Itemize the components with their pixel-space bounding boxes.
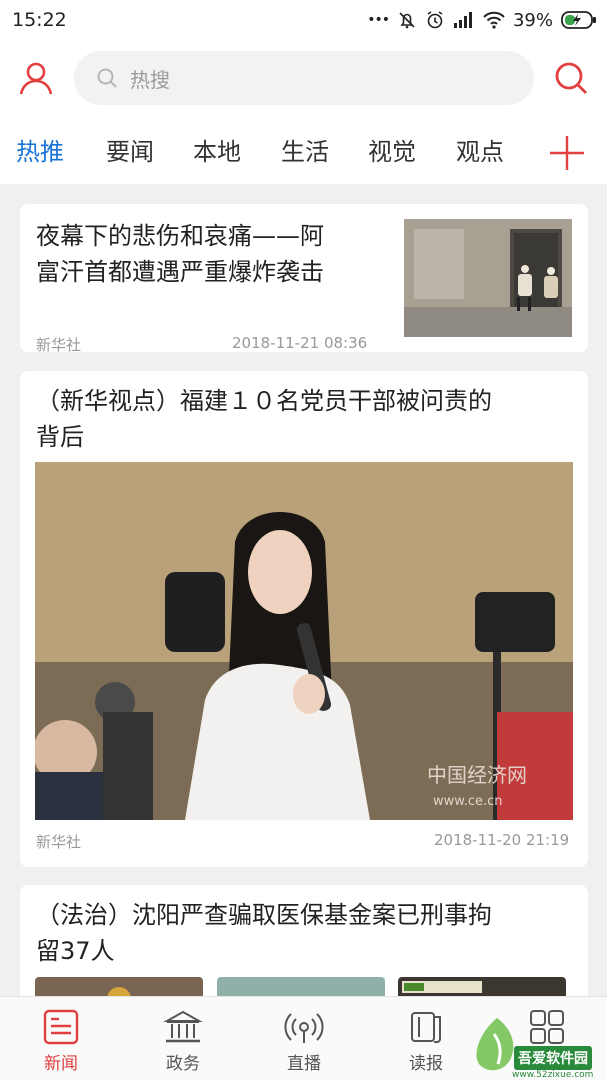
government-icon <box>163 1010 203 1043</box>
user-icon <box>19 62 53 95</box>
top-header: 热搜 <box>0 42 607 114</box>
alarm-icon <box>427 11 443 29</box>
news-card[interactable]: （新华视点）福建１０名党员干部被问责的 背后 中国经济网 www.ce.cn 新… <box>20 371 588 867</box>
bottom-tab-label: 直播 <box>287 1054 321 1074</box>
search-button[interactable] <box>551 58 591 98</box>
news-time: 2018-11-20 21:19 <box>434 831 570 849</box>
bottom-tab-label: 政务 <box>166 1054 200 1074</box>
tab-local[interactable]: 本地 <box>193 132 241 167</box>
photo-watermark: 中国经济网 <box>427 763 527 787</box>
grid-icon <box>530 1010 564 1044</box>
news-card[interactable]: （法治）沈阳严查骗取医保基金案已刑事拘 留37人 <box>20 885 588 996</box>
bottom-tab-bar: 新闻 政务 直播 读报 <box>0 996 607 1080</box>
tab-visual[interactable]: 视觉 <box>368 132 416 167</box>
news-thumbnail <box>35 977 203 996</box>
bottom-tab-government[interactable]: 政务 <box>133 997 233 1080</box>
battery-charging-icon <box>561 11 596 29</box>
search-placeholder: 热搜 <box>130 67 170 92</box>
user-profile-button[interactable] <box>16 58 56 98</box>
news-thumbnail <box>398 977 566 996</box>
search-icon <box>555 62 587 94</box>
wifi-icon <box>483 11 505 29</box>
news-source: 新华社 <box>36 833 82 851</box>
bottom-tab-live[interactable]: 直播 <box>254 997 354 1080</box>
mute-bell-icon <box>399 12 415 29</box>
tab-headlines[interactable]: 要闻 <box>106 132 154 167</box>
search-input[interactable]: 热搜 <box>74 51 534 105</box>
news-feed[interactable]: 夜幕下的悲伤和哀痛——阿 富汗首都遭遇严重爆炸袭击 新华社 2018-11-21… <box>0 184 607 996</box>
news-photo: 中国经济网 www.ce.cn <box>35 462 573 820</box>
news-thumbnail <box>217 977 385 996</box>
more-dots-icon: ••• <box>367 12 390 28</box>
photo-watermark-url: www.ce.cn <box>433 794 503 809</box>
signal-icon <box>453 12 472 28</box>
bottom-tab-more[interactable] <box>497 997 597 1080</box>
news-title: 夜幕下的悲伤和哀痛——阿 富汗首都遭遇严重爆炸袭击 <box>36 222 324 286</box>
live-icon <box>284 1013 324 1043</box>
bottom-tab-label: 读报 <box>409 1054 443 1074</box>
search-icon <box>97 68 117 88</box>
news-card[interactable]: 夜幕下的悲伤和哀痛——阿 富汗首都遭遇严重爆炸袭击 新华社 2018-11-21… <box>20 204 588 352</box>
news-source: 新华社 <box>36 336 82 352</box>
news-thumbnail <box>404 219 572 337</box>
bottom-tab-label: 新闻 <box>44 1054 78 1074</box>
status-time: 15:22 <box>12 9 67 31</box>
tab-opinion[interactable]: 观点 <box>456 132 504 167</box>
tab-life[interactable]: 生活 <box>281 132 329 167</box>
battery-percent: 39% <box>512 9 553 31</box>
category-tabs: 热推 要闻 本地 生活 视觉 观点 <box>0 114 607 184</box>
bottom-tab-news[interactable]: 新闻 <box>11 997 111 1080</box>
status-bar: 15:22 ••• 39% <box>0 0 607 42</box>
tab-hot[interactable]: 热推 <box>16 132 64 167</box>
add-channel-icon[interactable] <box>548 134 586 172</box>
news-title: （法治）沈阳严查骗取医保基金案已刑事拘 留37人 <box>36 901 492 965</box>
status-icons: ••• 39% <box>367 8 597 32</box>
news-time: 2018-11-21 08:36 <box>232 334 368 352</box>
newspaper-icon <box>411 1012 441 1043</box>
news-icon <box>43 1009 79 1045</box>
news-title: （新华视点）福建１０名党员干部被问责的 背后 <box>36 387 492 451</box>
bottom-tab-newspaper[interactable]: 读报 <box>376 997 476 1080</box>
